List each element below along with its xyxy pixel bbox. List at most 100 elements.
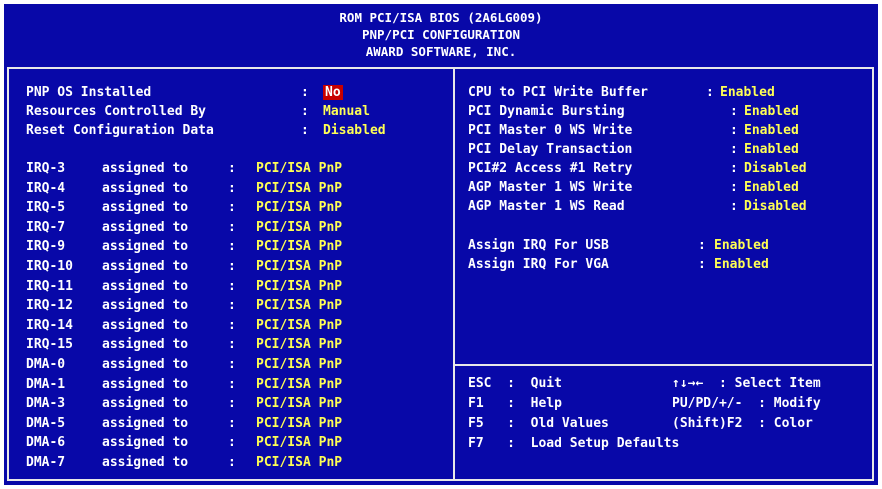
setting-separator: :	[730, 142, 738, 157]
setting-row-pnp-os[interactable]: PNP OS Installed: No	[26, 84, 343, 102]
assignment-text: assigned to	[102, 278, 189, 294]
setting-row-pci-master-ws-write[interactable]: PCI Master 0 WS Write: Enabled	[468, 122, 799, 140]
assignment-text: assigned to	[102, 357, 189, 372]
help-key-f1: F1 : Help	[468, 396, 562, 411]
assignment-row[interactable]: DMA-0 assigned to: PCI/ISA PnP	[26, 356, 342, 374]
setting-row-irq-vga[interactable]: Assign IRQ For VGA: Enabled	[468, 256, 769, 274]
assignment-resource: IRQ-5	[26, 200, 66, 216]
assignment-value[interactable]: PCI/ISA PnP	[256, 416, 342, 431]
assignment-value[interactable]: PCI/ISA PnP	[256, 396, 342, 411]
assignment-value[interactable]: PCI/ISA PnP	[256, 279, 342, 294]
setting-value[interactable]: Enabled	[714, 238, 769, 253]
assignment-separator: :	[228, 259, 236, 274]
assignment-row[interactable]: IRQ-4 assigned to: PCI/ISA PnP	[26, 180, 342, 198]
assignment-resource: IRQ-9	[26, 239, 66, 255]
help-key-shift-f2: (Shift)F2 : Color	[672, 416, 813, 431]
setting-separator: :	[301, 85, 309, 100]
setting-row-irq-usb[interactable]: Assign IRQ For USB: Enabled	[468, 237, 769, 255]
assignment-value[interactable]: PCI/ISA PnP	[256, 220, 342, 235]
assignment-value[interactable]: PCI/ISA PnP	[256, 377, 342, 392]
assignment-row[interactable]: IRQ-10 assigned to: PCI/ISA PnP	[26, 258, 342, 276]
assignment-value[interactable]: PCI/ISA PnP	[256, 318, 342, 333]
help-row-esc: ESC : Quit ↑↓→← : Select Item	[468, 375, 821, 393]
setting-value[interactable]: Enabled	[744, 123, 799, 138]
setting-value[interactable]: Enabled	[720, 85, 775, 100]
assignment-text: assigned to	[102, 298, 189, 314]
setting-label: PCI#2 Access #1 Retry	[468, 161, 633, 176]
setting-value[interactable]: Enabled	[714, 257, 769, 272]
assignment-resource: IRQ-11	[26, 278, 73, 294]
assignment-text: assigned to	[102, 435, 189, 451]
assignment-resource: IRQ-7	[26, 219, 66, 235]
assignment-value[interactable]: PCI/ISA PnP	[256, 337, 342, 352]
setting-label: AGP Master 1 WS Write	[468, 180, 633, 195]
assignment-resource: DMA-7	[26, 455, 66, 470]
setting-label: AGP Master 1 WS Read	[468, 199, 625, 214]
header-vendor: AWARD SOFTWARE, INC.	[365, 44, 517, 59]
assignment-value[interactable]: PCI/ISA PnP	[256, 239, 342, 254]
setting-value[interactable]: Disabled	[744, 199, 807, 214]
setting-row-reset-config[interactable]: Reset Configuration Data: Disabled	[26, 122, 386, 140]
setting-row-agp-master-ws-read[interactable]: AGP Master 1 WS Read: Disabled	[468, 198, 807, 216]
assignment-resource: DMA-5	[26, 415, 66, 431]
assignment-separator: :	[228, 415, 236, 431]
setting-value-selected[interactable]: No	[323, 85, 343, 100]
setting-row-pci-delay-transaction[interactable]: PCI Delay Transaction: Enabled	[468, 141, 799, 159]
setting-value[interactable]: Disabled	[323, 123, 386, 138]
assignment-text: assigned to	[102, 396, 189, 412]
assignment-row[interactable]: IRQ-11 assigned to: PCI/ISA PnP	[26, 278, 342, 296]
assignment-value[interactable]: PCI/ISA PnP	[256, 455, 342, 470]
setting-row-agp-master-ws-write[interactable]: AGP Master 1 WS Write: Enabled	[468, 179, 799, 197]
assignment-row[interactable]: IRQ-15 assigned to: PCI/ISA PnP	[26, 336, 342, 354]
setting-row-pci2-access-retry[interactable]: PCI#2 Access #1 Retry: Disabled	[468, 160, 807, 178]
assignment-resource: DMA-6	[26, 435, 66, 451]
horizontal-divider	[455, 364, 874, 366]
setting-row-cpu-pci-write-buffer[interactable]: CPU to PCI Write Buffer: Enabled	[468, 84, 775, 102]
setting-value[interactable]: Enabled	[744, 180, 799, 195]
setting-separator: :	[698, 238, 706, 253]
assignment-separator: :	[228, 317, 236, 333]
help-key-f5: F5 : Old Values	[468, 416, 609, 431]
assignment-separator: :	[228, 239, 236, 255]
assignment-separator: :	[228, 337, 236, 353]
setting-separator: :	[301, 104, 309, 119]
assignment-value[interactable]: PCI/ISA PnP	[256, 181, 342, 196]
setting-separator: :	[706, 85, 714, 100]
setting-separator: :	[698, 257, 706, 272]
assignment-text: assigned to	[102, 376, 189, 392]
assignment-value[interactable]: PCI/ISA PnP	[256, 259, 342, 274]
assignment-text: assigned to	[102, 415, 189, 431]
assignment-value[interactable]: PCI/ISA PnP	[256, 435, 342, 450]
setting-row-resources[interactable]: Resources Controlled By: Manual	[26, 103, 370, 121]
setting-separator: :	[730, 123, 738, 138]
assignment-row[interactable]: IRQ-14 assigned to: PCI/ISA PnP	[26, 317, 342, 335]
header-subtitle: PNP/PCI CONFIGURATION	[361, 27, 521, 42]
setting-label: Assign IRQ For USB	[468, 238, 609, 253]
setting-label: Assign IRQ For VGA	[468, 257, 609, 272]
assignment-row[interactable]: IRQ-9 assigned to: PCI/ISA PnP	[26, 238, 342, 256]
help-row-f5: F5 : Old Values (Shift)F2 : Color	[468, 415, 813, 433]
assignment-row[interactable]: DMA-7 assigned to: PCI/ISA PnP	[26, 454, 342, 472]
assignment-resource: IRQ-14	[26, 317, 73, 333]
assignment-row[interactable]: IRQ-3 assigned to: PCI/ISA PnP	[26, 160, 342, 178]
setting-value[interactable]: Disabled	[744, 161, 807, 176]
setting-value[interactable]: Manual	[323, 104, 370, 119]
assignment-row[interactable]: IRQ-7 assigned to: PCI/ISA PnP	[26, 219, 342, 237]
setting-value[interactable]: Enabled	[744, 142, 799, 157]
assignment-row[interactable]: IRQ-5 assigned to: PCI/ISA PnP	[26, 199, 342, 217]
assignment-row[interactable]: IRQ-12 assigned to: PCI/ISA PnP	[26, 297, 342, 315]
assignment-row[interactable]: DMA-1 assigned to: PCI/ISA PnP	[26, 376, 342, 394]
setting-value[interactable]: Enabled	[744, 104, 799, 119]
assignment-text: assigned to	[102, 180, 189, 196]
assignment-row[interactable]: DMA-3 assigned to: PCI/ISA PnP	[26, 395, 342, 413]
setting-label: PCI Delay Transaction	[468, 142, 633, 157]
assignment-row[interactable]: DMA-5 assigned to: PCI/ISA PnP	[26, 415, 342, 433]
help-row-f1: F1 : Help PU/PD/+/- : Modify	[468, 395, 821, 413]
assignment-value[interactable]: PCI/ISA PnP	[256, 357, 342, 372]
assignment-row[interactable]: DMA-6 assigned to: PCI/ISA PnP	[26, 434, 342, 452]
assignment-value[interactable]: PCI/ISA PnP	[256, 161, 342, 176]
assignment-value[interactable]: PCI/ISA PnP	[256, 200, 342, 215]
assignment-separator: :	[228, 180, 236, 196]
setting-row-pci-dynamic-bursting[interactable]: PCI Dynamic Bursting: Enabled	[468, 103, 799, 121]
assignment-value[interactable]: PCI/ISA PnP	[256, 298, 342, 313]
